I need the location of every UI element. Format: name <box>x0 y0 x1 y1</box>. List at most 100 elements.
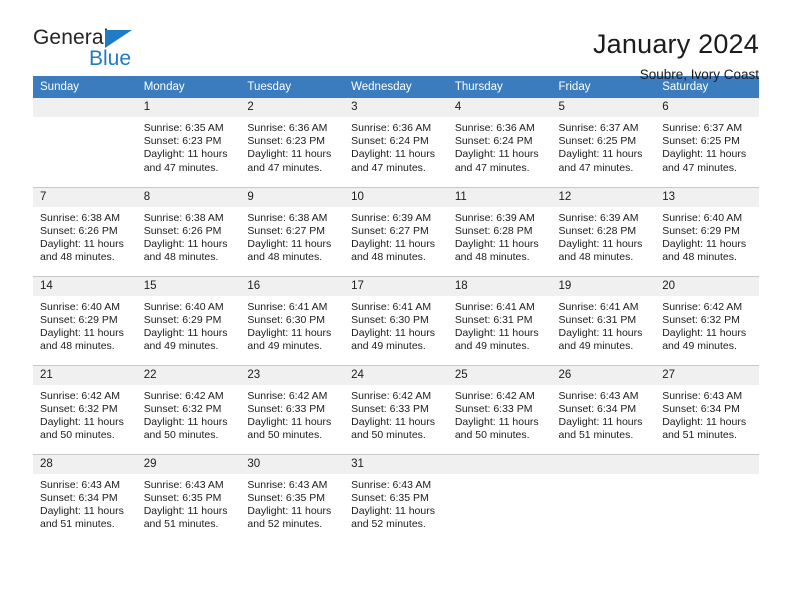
calendar-day-cell[interactable]: 14 Sunrise: 6:40 AM Sunset: 6:29 PM Dayligh… <box>33 275 137 365</box>
daylight-text-line1: Daylight: 11 hours <box>143 504 228 517</box>
calendar-day-cell[interactable]: 10 Sunrise: 6:39 AM Sunset: 6:27 PM Dayligh… <box>344 186 448 276</box>
sunset-text: Sunset: 6:31 PM <box>558 313 637 326</box>
sunset-text: Sunset: 6:35 PM <box>351 491 429 504</box>
calendar-day-cell[interactable]: 12 Sunrise: 6:39 AM Sunset: 6:28 PM Dayligh… <box>551 186 656 276</box>
sunrise-text: Sunrise: 6:43 AM <box>351 478 432 491</box>
daylight-text-line1: Daylight: 11 hours <box>143 415 228 428</box>
brand-logo[interactable]: General Blue <box>33 27 153 73</box>
day-cell-content: 27 Sunrise: 6:43 AM Sunset: 6:34 PM Dayligh… <box>655 365 759 454</box>
day-number: 3 <box>344 98 448 117</box>
weekday-header-wednesday: Wednesday <box>344 76 448 98</box>
calendar-day-cell[interactable]: 31 Sunrise: 6:43 AM Sunset: 6:35 PM Dayligh… <box>344 453 448 543</box>
calendar-day-cell[interactable]: 5 Sunrise: 6:37 AM Sunset: 6:25 PM Daylight… <box>551 98 656 187</box>
daylight-text-line1: Daylight: 11 hours <box>454 415 539 428</box>
sunset-text: Sunset: 6:29 PM <box>40 313 118 326</box>
day-cell-content: 14 Sunrise: 6:40 AM Sunset: 6:29 PM Dayligh… <box>33 276 137 365</box>
day-number: 27 <box>655 365 759 385</box>
day-details: Sunrise: 6:43 AM Sunset: 6:34 PM Daylight:… <box>33 474 137 532</box>
day-cell-content: 2 Sunrise: 6:36 AM Sunset: 6:23 PM Daylight… <box>240 98 345 187</box>
day-details: Sunrise: 6:38 AM Sunset: 6:26 PM Daylight:… <box>137 207 241 265</box>
daylight-text-line2: and 47 minutes. <box>143 161 219 174</box>
calendar-day-cell[interactable] <box>655 453 759 543</box>
calendar-day-cell[interactable]: 11 Sunrise: 6:39 AM Sunset: 6:28 PM Dayligh… <box>447 186 552 276</box>
daylight-text-line2: and 51 minutes. <box>40 518 115 531</box>
calendar-day-cell[interactable]: 29 Sunrise: 6:43 AM Sunset: 6:35 PM Dayligh… <box>136 453 241 543</box>
day-number: 13 <box>655 187 759 207</box>
calendar-day-cell[interactable]: 25 Sunrise: 6:42 AM Sunset: 6:33 PM Dayligh… <box>447 364 552 454</box>
sunset-text: Sunset: 6:25 PM <box>558 135 637 148</box>
sunset-text: Sunset: 6:28 PM <box>454 224 533 237</box>
calendar-day-cell[interactable]: 23 Sunrise: 6:42 AM Sunset: 6:33 PM Dayligh… <box>240 364 345 454</box>
calendar-day-cell[interactable]: 8 Sunrise: 6:38 AM Sunset: 6:26 PM Daylight… <box>136 186 241 276</box>
day-cell-content <box>551 454 656 544</box>
sunrise-text: Sunrise: 6:36 AM <box>454 122 535 134</box>
daylight-text-line1: Daylight: 11 hours <box>247 326 332 339</box>
daylight-text-line2: and 52 minutes. <box>247 518 323 531</box>
calendar-day-cell[interactable]: 19 Sunrise: 6:41 AM Sunset: 6:31 PM Dayligh… <box>551 275 656 365</box>
day-details: Sunrise: 6:41 AM Sunset: 6:31 PM Daylight:… <box>448 296 552 354</box>
calendar-day-cell[interactable]: 22 Sunrise: 6:42 AM Sunset: 6:32 PM Dayligh… <box>136 364 241 454</box>
daylight-text-line1: Daylight: 11 hours <box>351 415 435 428</box>
daylight-text-line2: and 47 minutes. <box>454 161 530 174</box>
calendar-day-cell[interactable]: 16 Sunrise: 6:41 AM Sunset: 6:30 PM Dayligh… <box>240 275 345 365</box>
day-details: Sunrise: 6:41 AM Sunset: 6:31 PM Daylight:… <box>552 296 656 354</box>
calendar-day-cell[interactable]: 4 Sunrise: 6:36 AM Sunset: 6:24 PM Daylight… <box>447 98 552 187</box>
sunrise-text: Sunrise: 6:42 AM <box>662 300 743 313</box>
sunrise-text: Sunrise: 6:40 AM <box>143 300 224 313</box>
calendar-day-cell[interactable]: 24 Sunrise: 6:42 AM Sunset: 6:33 PM Dayligh… <box>344 364 448 454</box>
daylight-text-line2: and 49 minutes. <box>662 340 737 353</box>
calendar-day-cell[interactable]: 3 Sunrise: 6:36 AM Sunset: 6:24 PM Daylight… <box>344 98 448 187</box>
calendar-day-cell[interactable]: 1 Sunrise: 6:35 AM Sunset: 6:23 PM Daylight… <box>136 98 241 187</box>
sunrise-text: Sunrise: 6:38 AM <box>143 211 224 224</box>
day-cell-content: 30 Sunrise: 6:43 AM Sunset: 6:35 PM Dayligh… <box>240 454 345 544</box>
sunrise-text: Sunrise: 6:43 AM <box>662 389 743 402</box>
calendar-day-cell[interactable]: 28 Sunrise: 6:43 AM Sunset: 6:34 PM Dayligh… <box>33 453 137 543</box>
calendar-day-cell[interactable]: 2 Sunrise: 6:36 AM Sunset: 6:23 PM Daylight… <box>240 98 345 187</box>
daylight-text-line2: and 51 minutes. <box>662 429 737 442</box>
day-details: Sunrise: 6:42 AM Sunset: 6:32 PM Daylight:… <box>137 385 241 443</box>
calendar-day-cell[interactable]: 17 Sunrise: 6:41 AM Sunset: 6:30 PM Dayligh… <box>344 275 448 365</box>
weekday-header-thursday: Thursday <box>447 76 552 98</box>
daylight-text-line1: Daylight: 11 hours <box>662 148 747 161</box>
calendar-day-cell[interactable]: 15 Sunrise: 6:40 AM Sunset: 6:29 PM Dayligh… <box>136 275 241 365</box>
calendar-day-cell[interactable]: 27 Sunrise: 6:43 AM Sunset: 6:34 PM Dayligh… <box>655 364 759 454</box>
calendar-day-cell[interactable]: 18 Sunrise: 6:41 AM Sunset: 6:31 PM Dayligh… <box>447 275 552 365</box>
calendar-day-cell[interactable]: 7 Sunrise: 6:38 AM Sunset: 6:26 PM Daylight… <box>33 186 137 276</box>
sunrise-text: Sunrise: 6:40 AM <box>662 211 743 224</box>
day-number: 31 <box>344 454 448 474</box>
calendar-day-cell[interactable]: 20 Sunrise: 6:42 AM Sunset: 6:32 PM Dayligh… <box>655 275 759 365</box>
day-details: Sunrise: 6:35 AM Sunset: 6:23 PM Daylight:… <box>137 117 241 175</box>
calendar-day-cell[interactable]: 26 Sunrise: 6:43 AM Sunset: 6:34 PM Dayligh… <box>551 364 656 454</box>
daylight-text-line1: Daylight: 11 hours <box>558 237 643 250</box>
calendar-day-cell[interactable] <box>551 453 656 544</box>
day-details: Sunrise: 6:36 AM Sunset: 6:24 PM Daylight:… <box>448 117 552 175</box>
calendar-day-cell[interactable]: 9 Sunrise: 6:38 AM Sunset: 6:27 PM Daylight… <box>240 186 345 276</box>
calendar-day-cell[interactable] <box>33 98 137 187</box>
daylight-text-line1: Daylight: 11 hours <box>247 504 332 517</box>
sunrise-text: Sunrise: 6:42 AM <box>40 389 120 402</box>
daylight-text-line2: and 47 minutes. <box>662 161 737 174</box>
sunrise-text: Sunrise: 6:38 AM <box>40 211 120 224</box>
brand-name-blue: Blue <box>89 47 132 70</box>
calendar-day-cell[interactable]: 6 Sunrise: 6:37 AM Sunset: 6:25 PM Daylight… <box>655 98 759 187</box>
day-details: Sunrise: 6:42 AM Sunset: 6:32 PM Daylight:… <box>33 385 137 443</box>
sunset-text: Sunset: 6:28 PM <box>558 224 637 237</box>
day-number: 11 <box>447 187 552 207</box>
day-number: 28 <box>33 454 137 474</box>
day-cell-content: 10 Sunrise: 6:39 AM Sunset: 6:27 PM Dayligh… <box>344 187 448 276</box>
day-cell-content: 15 Sunrise: 6:40 AM Sunset: 6:29 PM Dayligh… <box>136 276 241 365</box>
calendar-day-cell[interactable] <box>447 453 552 543</box>
day-number: 20 <box>655 276 759 296</box>
sunset-text: Sunset: 6:26 PM <box>40 224 118 237</box>
calendar-page: General Blue January 2024 Soubre, Ivory … <box>0 0 792 612</box>
day-details: Sunrise: 6:39 AM Sunset: 6:28 PM Daylight:… <box>552 207 656 265</box>
sunset-text: Sunset: 6:25 PM <box>662 135 740 148</box>
day-cell-content: 4 Sunrise: 6:36 AM Sunset: 6:24 PM Daylight… <box>447 98 552 187</box>
calendar-day-cell[interactable]: 13 Sunrise: 6:40 AM Sunset: 6:29 PM Dayligh… <box>655 186 759 276</box>
day-cell-content: 23 Sunrise: 6:42 AM Sunset: 6:33 PM Dayligh… <box>240 365 345 454</box>
sunset-text: Sunset: 6:30 PM <box>351 313 429 326</box>
calendar-day-cell[interactable]: 30 Sunrise: 6:43 AM Sunset: 6:35 PM Dayligh… <box>240 453 345 544</box>
day-number: 23 <box>240 365 345 385</box>
calendar-day-cell[interactable]: 21 Sunrise: 6:42 AM Sunset: 6:32 PM Dayligh… <box>33 364 137 454</box>
daylight-text-line1: Daylight: 11 hours <box>558 415 643 428</box>
